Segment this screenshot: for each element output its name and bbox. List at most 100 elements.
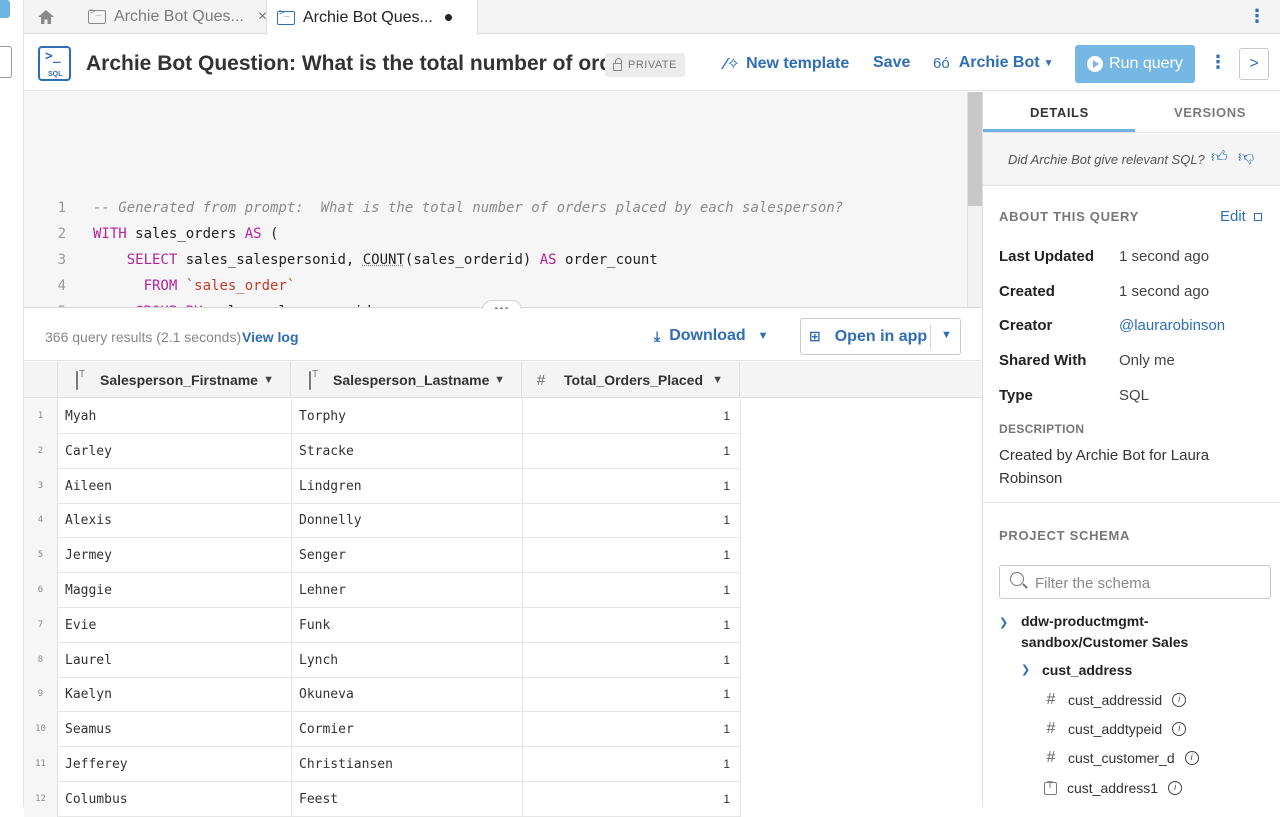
cell-firstname[interactable]: Laurel xyxy=(65,653,112,668)
cell-total-orders[interactable]: 1 xyxy=(522,757,730,771)
cell-firstname[interactable]: Myah xyxy=(65,409,96,424)
more-options-icon[interactable]: ⋮ xyxy=(1248,6,1266,27)
cell-total-orders[interactable]: 1 xyxy=(522,618,730,632)
table-row[interactable]: 3 Aileen Lindgren 1 xyxy=(24,468,741,504)
table-row[interactable]: 9 Kaelyn Okuneva 1 xyxy=(24,677,741,713)
info-icon[interactable]: i xyxy=(1172,693,1187,707)
view-log-link[interactable]: View log xyxy=(242,329,299,345)
cell-firstname[interactable]: Evie xyxy=(65,618,96,633)
table-row[interactable]: 8 Laurel Lynch 1 xyxy=(24,642,741,678)
cell-lastname[interactable]: Lynch xyxy=(299,653,338,668)
editor-scrollbar[interactable] xyxy=(967,92,982,307)
edit-link[interactable]: Edit xyxy=(1220,208,1262,225)
row-number: 8 xyxy=(24,642,58,678)
download-button[interactable]: ⤓ Download ▼ xyxy=(654,327,769,345)
cell-firstname[interactable]: Alexis xyxy=(65,513,112,528)
thumbs-down-icon[interactable]: 👎︎ xyxy=(1238,148,1254,167)
info-icon[interactable]: i xyxy=(1172,722,1187,736)
cell-total-orders[interactable]: 1 xyxy=(522,513,730,527)
cell-lastname[interactable]: Okuneva xyxy=(299,687,354,702)
schema-project-node[interactable]: ddw-productmgmt-sandbox/Customer Sales xyxy=(1021,611,1271,653)
chevron-down-icon[interactable]: ▼ xyxy=(494,374,505,386)
chevron-down-icon[interactable]: ▼ xyxy=(263,374,274,386)
left-edge-button[interactable] xyxy=(0,0,10,18)
table-row[interactable]: 2 Carley Stracke 1 xyxy=(24,433,741,469)
table-row[interactable]: 7 Evie Funk 1 xyxy=(24,607,741,643)
cell-lastname[interactable]: Lehner xyxy=(299,583,346,598)
cell-firstname[interactable]: Jefferey xyxy=(65,757,128,772)
chevron-down-icon[interactable]: ❯ xyxy=(999,616,1008,629)
tab-details[interactable]: DETAILS xyxy=(1030,105,1089,120)
tab-query-2[interactable]: Archie Bot Ques... xyxy=(266,0,478,35)
schema-column[interactable]: # cust_addressid i xyxy=(1044,689,1187,711)
tab-versions[interactable]: VERSIONS xyxy=(1174,105,1246,120)
cell-total-orders[interactable]: 1 xyxy=(522,583,730,597)
schema-column[interactable]: cust_address1 i xyxy=(1044,777,1183,799)
cell-lastname[interactable]: Donnelly xyxy=(299,513,362,528)
table-row[interactable]: 12 Columbus Feest 1 xyxy=(24,781,741,817)
cell-total-orders[interactable]: 1 xyxy=(522,653,730,667)
unsaved-dot-icon[interactable] xyxy=(444,14,452,21)
meta-value: 1 second ago xyxy=(1119,248,1210,265)
chevron-down-icon[interactable]: ▼ xyxy=(941,329,952,341)
home-icon[interactable] xyxy=(36,7,56,27)
chevron-down-icon[interactable]: ▼ xyxy=(712,374,723,386)
open-in-app-button[interactable]: ⊞ Open in app ▼ xyxy=(800,318,961,355)
cell-lastname[interactable]: Torphy xyxy=(299,409,346,424)
schema-table-node[interactable]: cust_address xyxy=(1042,662,1132,678)
cell-lastname[interactable]: Cormier xyxy=(299,722,354,737)
cell-firstname[interactable]: Jermey xyxy=(65,548,112,563)
table-row[interactable]: 5 Jermey Senger 1 xyxy=(24,538,741,574)
magic-wand-icon: ⁄✧ xyxy=(724,56,741,73)
column-header-lastname[interactable]: Salesperson_Lastname ▼ xyxy=(291,362,522,398)
terminal-icon xyxy=(277,8,295,25)
cell-lastname[interactable]: Senger xyxy=(299,548,346,563)
cell-total-orders[interactable]: 1 xyxy=(522,722,730,736)
table-row[interactable]: 11 Jefferey Christiansen 1 xyxy=(24,747,741,782)
cell-lastname[interactable]: Feest xyxy=(299,792,338,807)
cell-lastname[interactable]: Stracke xyxy=(299,444,354,459)
toggle-sidebar-button[interactable]: > xyxy=(1239,48,1269,80)
cell-firstname[interactable]: Seamus xyxy=(65,722,112,737)
cell-total-orders[interactable]: 1 xyxy=(522,444,730,458)
tab-query-1[interactable]: Archie Bot Ques... × xyxy=(78,0,290,34)
cell-firstname[interactable]: Carley xyxy=(65,444,112,459)
scrollbar-thumb[interactable] xyxy=(968,92,982,206)
privacy-badge[interactable]: PRIVATE xyxy=(605,53,685,77)
cell-firstname[interactable]: Columbus xyxy=(65,792,128,807)
sql-editor[interactable]: 1 -- Generated from prompt: What is the t… xyxy=(24,92,982,308)
cell-total-orders[interactable]: 1 xyxy=(522,409,730,423)
cell-total-orders[interactable]: 1 xyxy=(522,548,730,562)
creator-link[interactable]: @laurarobinson xyxy=(1119,317,1225,334)
info-icon[interactable]: i xyxy=(1168,781,1183,795)
run-query-button[interactable]: Run query xyxy=(1075,45,1195,83)
cell-firstname[interactable]: Maggie xyxy=(65,583,112,598)
cell-total-orders[interactable]: 1 xyxy=(522,687,730,701)
chevron-down-icon[interactable]: ❯ xyxy=(1021,663,1030,676)
save-button[interactable]: Save xyxy=(873,54,910,72)
table-row[interactable]: 4 Alexis Donnelly 1 xyxy=(24,503,741,539)
table-row[interactable]: 6 Maggie Lehner 1 xyxy=(24,573,741,608)
table-row[interactable]: 1 Myah Torphy 1 xyxy=(24,399,741,434)
cell-lastname[interactable]: Funk xyxy=(299,618,330,633)
table-row[interactable]: 10 Seamus Cormier 1 xyxy=(24,712,741,748)
left-edge-field[interactable] xyxy=(0,46,12,78)
cell-lastname[interactable]: Christiansen xyxy=(299,757,393,772)
archie-bot-dropdown[interactable]: 6ó Archie Bot ▼ xyxy=(933,54,1054,72)
thumbs-up-icon[interactable]: 👍︎ xyxy=(1211,148,1228,167)
cell-total-orders[interactable]: 1 xyxy=(522,479,730,493)
page-title[interactable]: Archie Bot Question: What is the total n… xyxy=(86,52,667,76)
info-icon[interactable]: i xyxy=(1184,751,1199,765)
schema-filter-input[interactable]: Filter the schema xyxy=(999,565,1271,599)
description-text: Created by Archie Bot for Laura Robinson xyxy=(999,447,1210,487)
cell-total-orders[interactable]: 1 xyxy=(522,792,730,806)
schema-column[interactable]: # cust_addtypeid i xyxy=(1044,718,1187,740)
cell-firstname[interactable]: Kaelyn xyxy=(65,687,112,702)
cell-lastname[interactable]: Lindgren xyxy=(299,479,362,494)
column-header-total-orders[interactable]: # Total_Orders_Placed ▼ xyxy=(522,362,740,398)
new-template-button[interactable]: ⁄✧ New template xyxy=(724,54,849,74)
column-header-firstname[interactable]: Salesperson_Firstname ▼ xyxy=(58,362,291,398)
cell-firstname[interactable]: Aileen xyxy=(65,479,112,494)
query-options-icon[interactable]: ⋮ xyxy=(1209,52,1227,73)
schema-column[interactable]: # cust_customer_d i xyxy=(1044,747,1199,769)
